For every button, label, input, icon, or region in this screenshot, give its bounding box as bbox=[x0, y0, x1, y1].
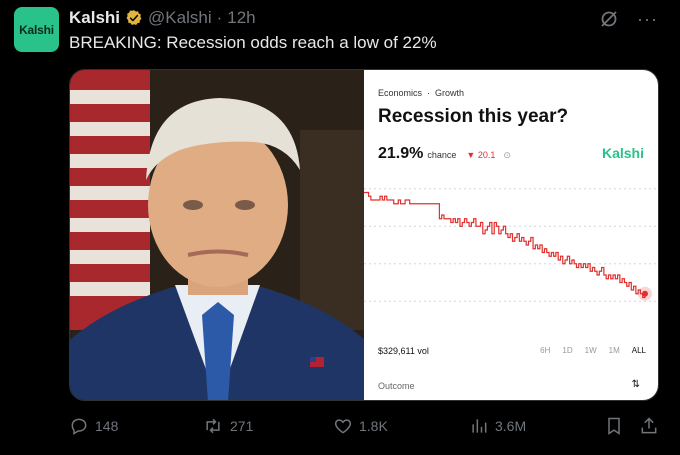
like-count: 1.8K bbox=[359, 418, 388, 434]
author-name[interactable]: Kalshi bbox=[69, 8, 120, 28]
grok-icon[interactable] bbox=[599, 9, 619, 29]
market-card[interactable]: Economics · Growth Recession this year? … bbox=[364, 70, 658, 400]
author-handle[interactable]: @Kalshi bbox=[148, 8, 212, 28]
share-button[interactable] bbox=[639, 416, 659, 436]
range-1w[interactable]: 1W bbox=[585, 346, 597, 355]
breadcrumb-separator: · bbox=[427, 88, 431, 98]
reply-icon bbox=[69, 416, 89, 436]
odds-row: 21.9% chance ▼ 20.1 ⊙ bbox=[378, 145, 511, 163]
reply-count: 148 bbox=[95, 418, 119, 434]
tweet-media[interactable]: Economics · Growth Recession this year? … bbox=[69, 69, 659, 401]
current-point bbox=[642, 290, 648, 297]
more-options-icon[interactable]: ··· bbox=[637, 10, 658, 28]
portrait-photo[interactable] bbox=[70, 70, 364, 400]
repost-count: 271 bbox=[230, 418, 254, 434]
repost-icon bbox=[202, 416, 224, 436]
volume-label: $329,611 vol bbox=[378, 346, 429, 356]
odds-change: ▼ 20.1 bbox=[466, 150, 496, 160]
range-1m[interactable]: 1M bbox=[609, 346, 620, 355]
sort-icon[interactable]: ⇅ bbox=[632, 379, 640, 390]
market-title: Recession this year? bbox=[378, 106, 569, 127]
bar-chart-icon bbox=[469, 416, 489, 436]
bookmark-icon bbox=[604, 416, 624, 436]
tweet-header: Kalshi @Kalshi · 12h bbox=[69, 7, 256, 29]
like-button[interactable]: 1.8K bbox=[333, 416, 388, 436]
bookmark-button[interactable] bbox=[604, 416, 624, 436]
share-icon bbox=[639, 416, 659, 436]
range-1d[interactable]: 1D bbox=[562, 346, 572, 355]
tweet-text: BREAKING: Recession odds reach a low of … bbox=[69, 33, 437, 52]
range-6h[interactable]: 6H bbox=[540, 346, 550, 355]
chance-label: chance bbox=[427, 150, 457, 160]
range-selector: 6H 1D 1W 1M ALL bbox=[540, 346, 646, 355]
view-count: 3.6M bbox=[495, 418, 527, 434]
reply-button[interactable]: 148 bbox=[69, 416, 118, 436]
tweet-top-actions: ··· bbox=[599, 9, 658, 29]
breadcrumb-item[interactable]: Growth bbox=[435, 88, 464, 98]
breadcrumb-item[interactable]: Economics bbox=[378, 88, 422, 98]
breadcrumb: Economics · Growth bbox=[378, 88, 464, 98]
tweet-actions: 148 271 1.8K 3.6M bbox=[69, 414, 659, 438]
odds-line bbox=[364, 191, 646, 299]
timestamp[interactable]: 12h bbox=[227, 8, 255, 28]
heart-icon bbox=[333, 416, 353, 436]
odds-chart bbox=[364, 188, 658, 302]
kalshi-logo: Kalshi bbox=[601, 145, 644, 161]
avatar-text: Kalshi bbox=[19, 22, 54, 37]
views-button[interactable]: 3.6M bbox=[469, 416, 526, 436]
header-separator: · bbox=[216, 8, 223, 27]
info-icon[interactable]: ⊙ bbox=[503, 150, 511, 161]
avatar[interactable]: Kalshi bbox=[14, 7, 59, 52]
odds-percent: 21.9% bbox=[378, 145, 424, 162]
verified-badge-icon[interactable] bbox=[125, 9, 143, 27]
repost-button[interactable]: 271 bbox=[202, 416, 253, 436]
range-all[interactable]: ALL bbox=[632, 346, 646, 355]
outcome-label: Outcome bbox=[378, 381, 415, 391]
